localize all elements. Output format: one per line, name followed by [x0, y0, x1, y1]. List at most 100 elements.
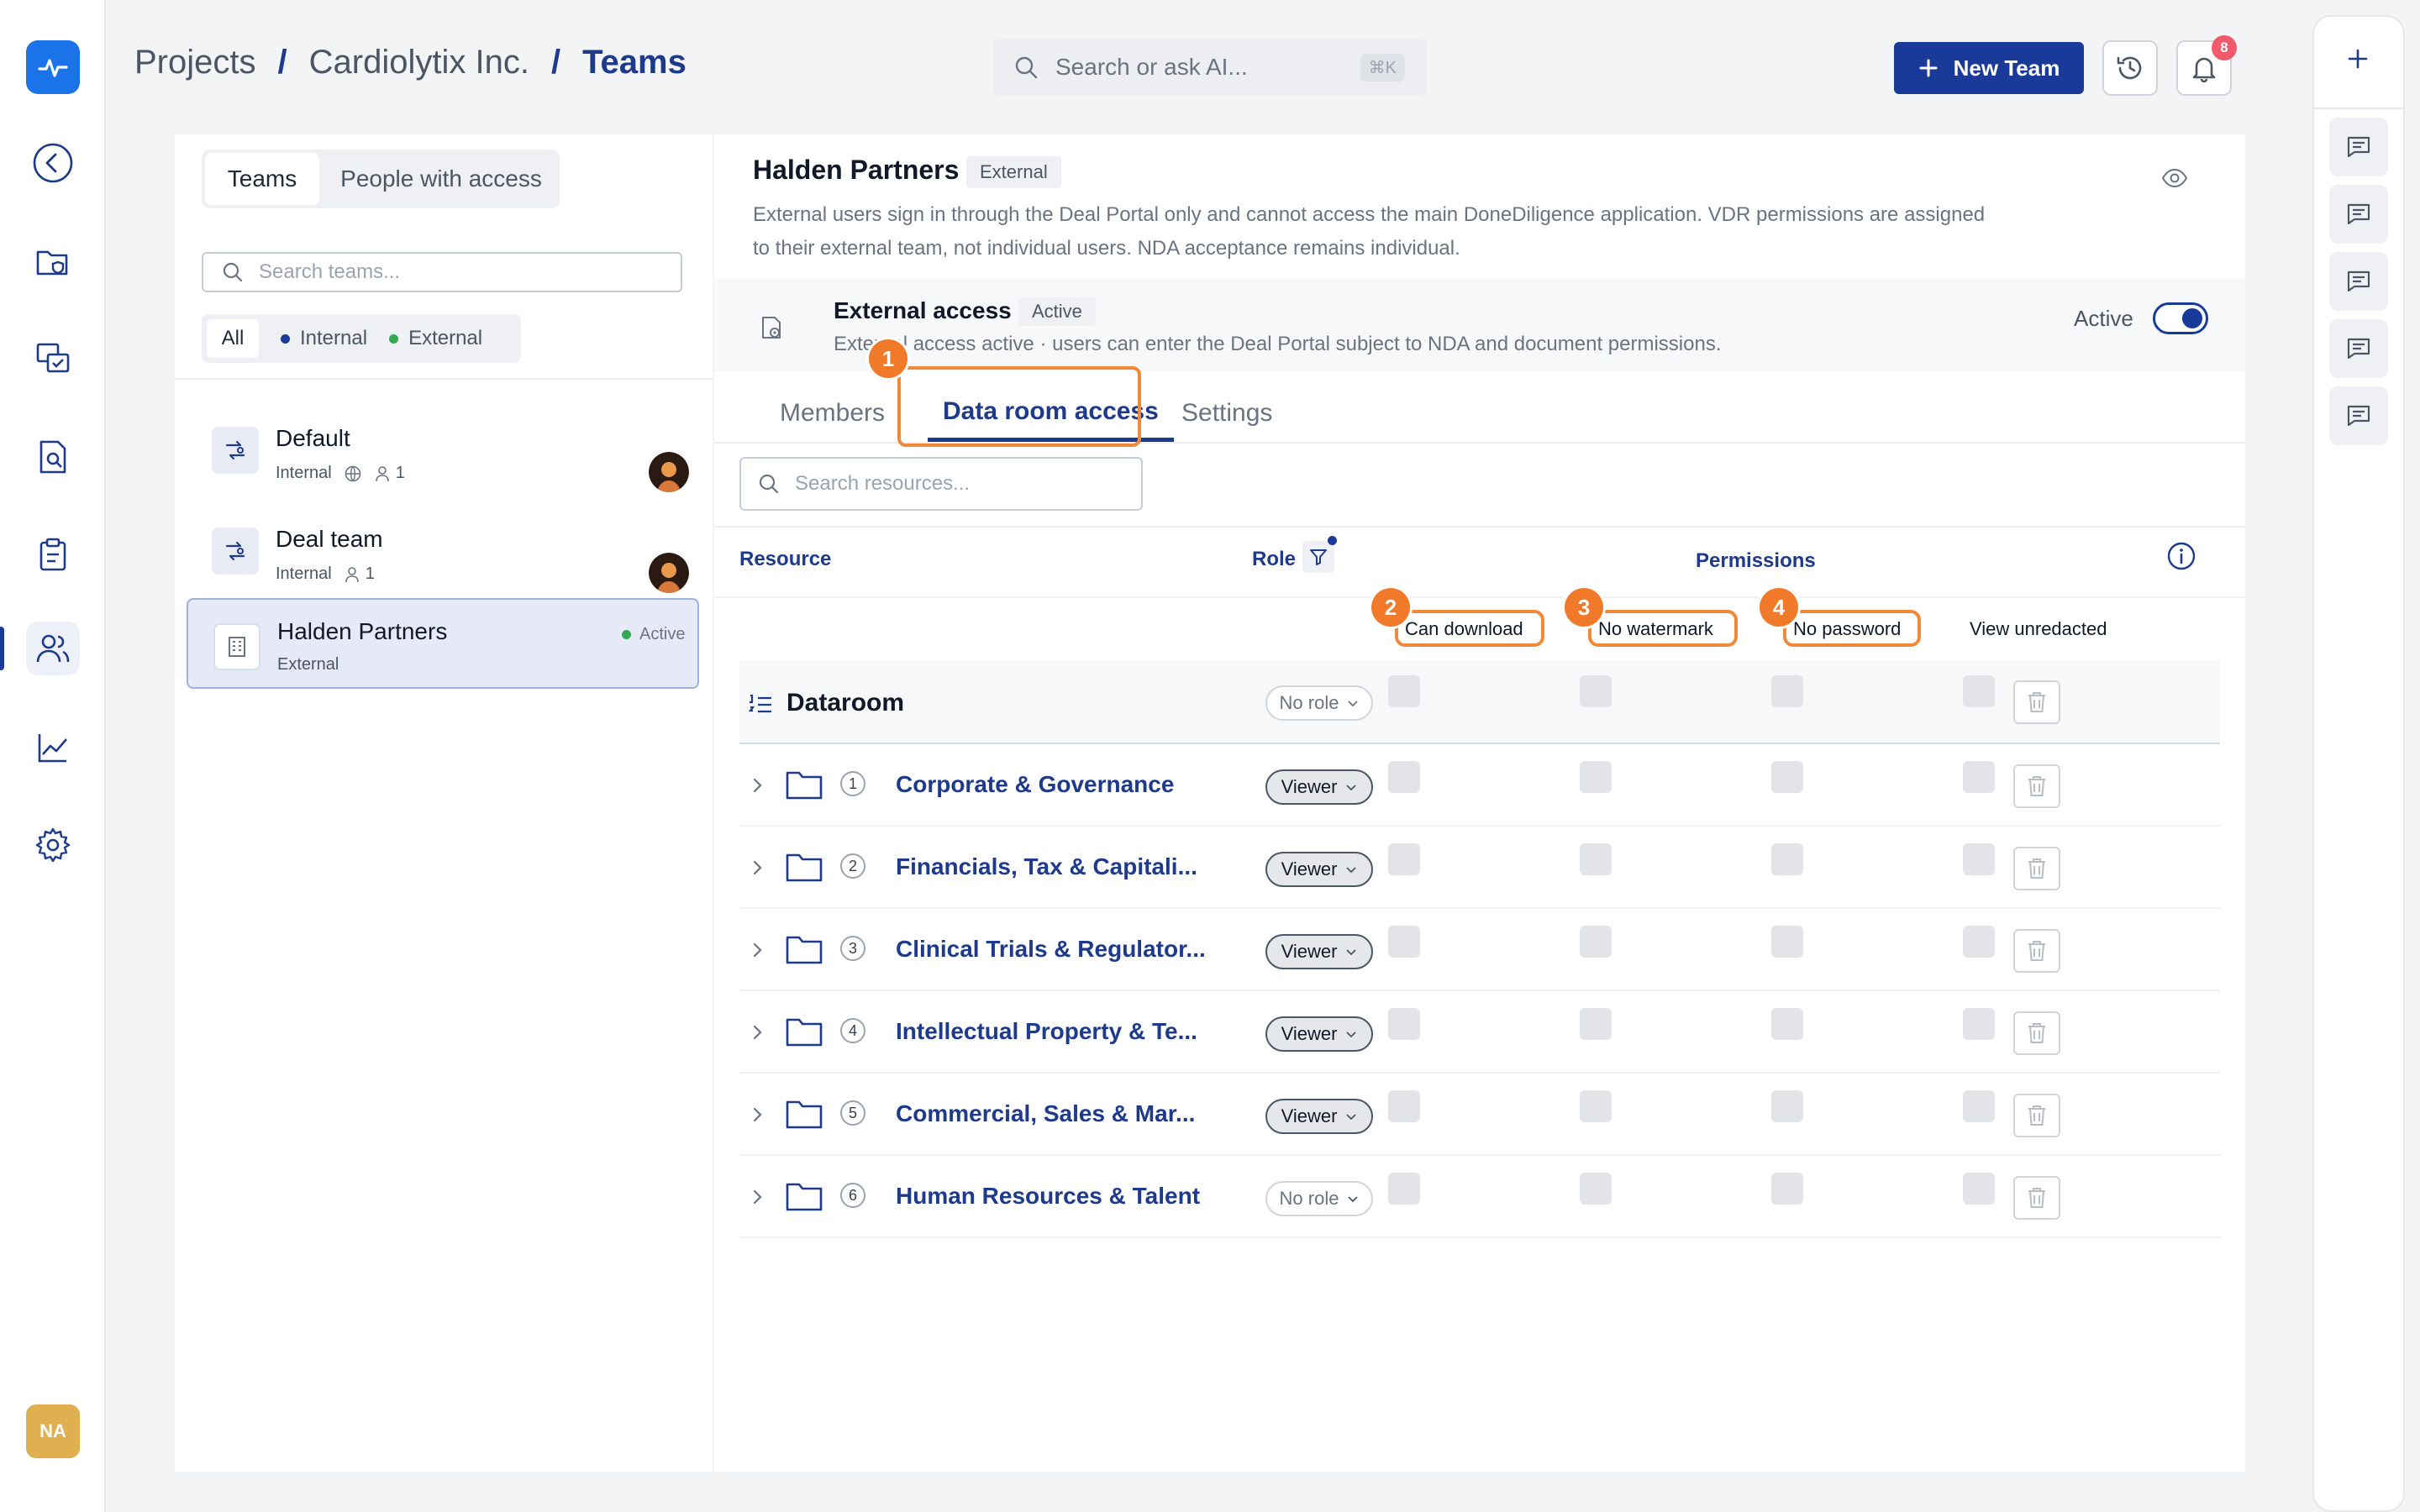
checkbox-no-watermark[interactable] [1580, 1173, 1612, 1205]
chevron-right-icon[interactable] [748, 776, 766, 795]
users-icon[interactable] [26, 622, 80, 675]
delete-button[interactable] [2013, 764, 2060, 808]
eye-icon[interactable] [2161, 165, 2188, 192]
external-access-toggle[interactable] [2153, 302, 2208, 334]
clipboard-icon[interactable] [26, 528, 80, 581]
filter-internal[interactable]: Internal [281, 327, 367, 350]
info-icon[interactable] [2166, 541, 2196, 571]
checkbox-no-password[interactable] [1771, 926, 1803, 958]
role-dropdown[interactable]: Viewer [1265, 852, 1373, 887]
checkbox-view-unredacted[interactable] [1963, 1008, 1995, 1040]
comment-icon[interactable] [2329, 118, 2388, 176]
team-item-default[interactable]: Default Internal 1 [187, 403, 699, 494]
table-row-4[interactable]: 4 Intellectual Property & Te... Viewer [739, 991, 2220, 1074]
delete-button[interactable] [2013, 680, 2060, 724]
checkbox-can-download[interactable] [1388, 1008, 1420, 1040]
folder-name[interactable]: Commercial, Sales & Mar... [896, 1100, 1195, 1127]
filter-all[interactable]: All [207, 319, 259, 358]
comment-icon[interactable] [2329, 252, 2388, 311]
chevron-right-icon[interactable] [748, 1188, 766, 1206]
delete-button[interactable] [2013, 847, 2060, 890]
chevron-right-icon[interactable] [748, 941, 766, 959]
checkbox-view-unredacted[interactable] [1963, 761, 1995, 793]
tab-teams[interactable]: Teams [205, 153, 319, 205]
checkbox-no-password[interactable] [1771, 1173, 1803, 1205]
checkbox-no-watermark[interactable] [1580, 761, 1612, 793]
table-row-dataroom[interactable]: Dataroom No role [739, 660, 2220, 744]
chevron-right-icon[interactable] [748, 1023, 766, 1042]
role-dropdown[interactable]: Viewer [1265, 769, 1373, 805]
table-row-5[interactable]: 5 Commercial, Sales & Mar... Viewer [739, 1074, 2220, 1156]
chevron-right-icon[interactable] [748, 1105, 766, 1124]
chevron-right-icon[interactable] [748, 858, 766, 877]
checkbox-no-watermark[interactable] [1580, 675, 1612, 707]
role-dropdown[interactable]: Viewer [1265, 1016, 1373, 1052]
comment-icon[interactable] [2329, 386, 2388, 445]
comment-icon[interactable] [2329, 319, 2388, 378]
history-button[interactable] [2102, 40, 2158, 96]
new-team-button[interactable]: New Team [1894, 42, 2084, 94]
folder-name[interactable]: Human Resources & Talent [896, 1183, 1200, 1210]
checkbox-can-download[interactable] [1388, 1173, 1420, 1205]
table-row-2[interactable]: 2 Financials, Tax & Capitali... Viewer [739, 827, 2220, 909]
table-row-6[interactable]: 6 Human Resources & Talent No role [739, 1156, 2220, 1238]
checkbox-view-unredacted[interactable] [1963, 926, 1995, 958]
tab-settings[interactable]: Settings [1181, 385, 1272, 442]
search-teams-input[interactable]: Search teams... [202, 252, 682, 292]
checkbox-can-download[interactable] [1388, 1090, 1420, 1122]
breadcrumb-projects[interactable]: Projects [134, 44, 256, 81]
role-dropdown[interactable]: Viewer [1265, 934, 1373, 969]
pulse-logo-icon[interactable] [26, 40, 80, 94]
gear-icon[interactable] [26, 818, 80, 872]
comment-icon[interactable] [2329, 185, 2388, 244]
folder-name[interactable]: Clinical Trials & Regulator... [896, 936, 1206, 963]
role-dropdown[interactable]: No role [1265, 1181, 1373, 1216]
checkbox-no-watermark[interactable] [1580, 1090, 1612, 1122]
folder-icon [785, 1097, 823, 1131]
add-comment-plus-icon[interactable] [2343, 44, 2373, 74]
table-row-3[interactable]: 3 Clinical Trials & Regulator... Viewer [739, 909, 2220, 991]
delete-button[interactable] [2013, 1176, 2060, 1220]
chat-check-icon[interactable] [26, 333, 80, 386]
table-row-1[interactable]: 1 Corporate & Governance Viewer [739, 744, 2220, 827]
document-search-icon[interactable] [26, 430, 80, 484]
checkbox-view-unredacted[interactable] [1963, 1090, 1995, 1122]
chevron-left-circle-icon[interactable] [26, 136, 80, 190]
checkbox-view-unredacted[interactable] [1963, 675, 1995, 707]
folder-shield-icon[interactable] [26, 235, 80, 289]
checkbox-view-unredacted[interactable] [1963, 843, 1995, 875]
role-dropdown[interactable]: Viewer [1265, 1099, 1373, 1134]
checkbox-no-watermark[interactable] [1580, 926, 1612, 958]
checkbox-no-password[interactable] [1771, 1090, 1803, 1122]
checkbox-no-password[interactable] [1771, 1008, 1803, 1040]
folder-name[interactable]: Intellectual Property & Te... [896, 1018, 1197, 1045]
checkbox-no-password[interactable] [1771, 675, 1803, 707]
checkbox-can-download[interactable] [1388, 926, 1420, 958]
team-item-halden-partners[interactable]: Halden Partners External Active [187, 598, 699, 689]
checkbox-can-download[interactable] [1388, 843, 1420, 875]
line-chart-icon[interactable] [26, 721, 80, 774]
role-dropdown[interactable]: No role [1265, 685, 1373, 721]
user-avatar[interactable]: NA [26, 1404, 80, 1458]
global-search-input[interactable]: Search or ask AI... ⌘K [993, 39, 1427, 96]
delete-button[interactable] [2013, 1011, 2060, 1055]
delete-button[interactable] [2013, 1094, 2060, 1137]
checkbox-can-download[interactable] [1388, 761, 1420, 793]
checkbox-no-password[interactable] [1771, 843, 1803, 875]
filter-icon[interactable] [1302, 541, 1334, 573]
tab-members[interactable]: Members [780, 385, 885, 442]
checkbox-no-watermark[interactable] [1580, 1008, 1612, 1040]
checkbox-no-password[interactable] [1771, 761, 1803, 793]
filter-external[interactable]: External [389, 327, 482, 350]
folder-icon [785, 1179, 823, 1213]
search-resources-input[interactable]: Search resources... [739, 457, 1143, 511]
team-item-deal-team[interactable]: Deal team Internal 1 [187, 504, 699, 595]
folder-name[interactable]: Financials, Tax & Capitali... [896, 853, 1197, 880]
folder-name[interactable]: Corporate & Governance [896, 771, 1174, 798]
checkbox-view-unredacted[interactable] [1963, 1173, 1995, 1205]
breadcrumb-company[interactable]: Cardiolytix Inc. [309, 44, 529, 81]
checkbox-no-watermark[interactable] [1580, 843, 1612, 875]
delete-button[interactable] [2013, 929, 2060, 973]
checkbox-can-download[interactable] [1388, 675, 1420, 707]
tab-people-with-access[interactable]: People with access [328, 153, 555, 205]
